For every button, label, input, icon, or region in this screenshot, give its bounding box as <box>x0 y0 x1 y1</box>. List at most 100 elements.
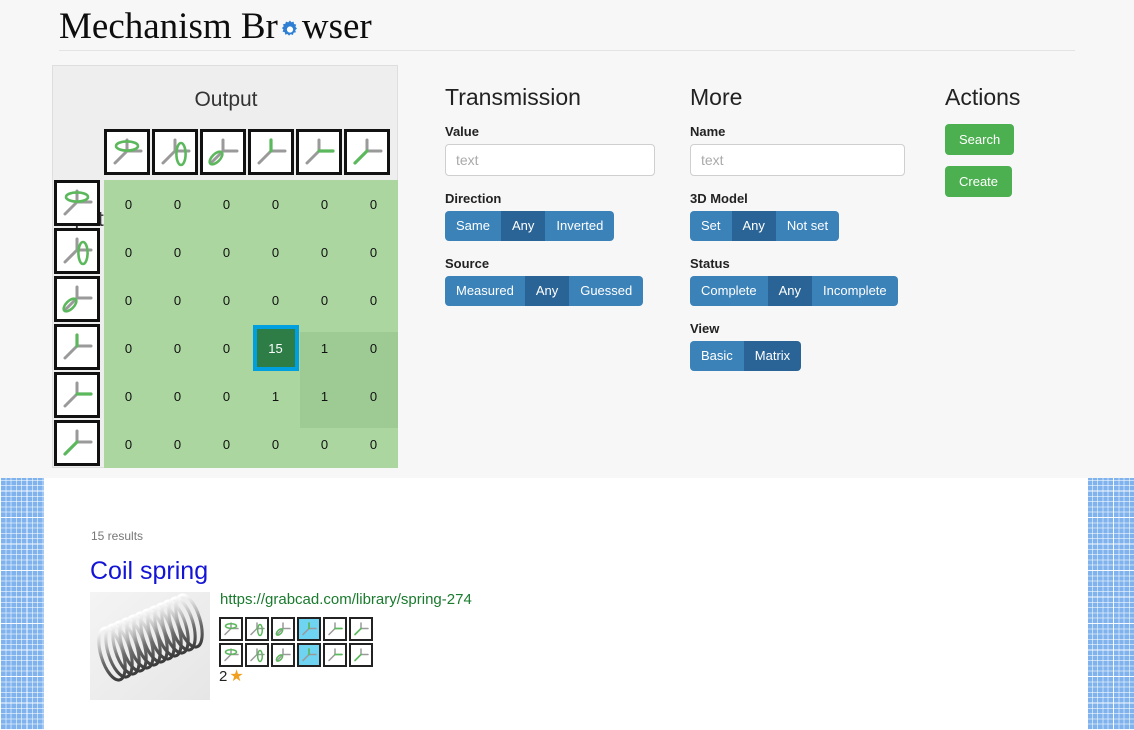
model-label: 3D Model <box>690 191 748 206</box>
matrix-cell[interactable]: 0 <box>104 228 153 276</box>
model-option-any[interactable]: Any <box>731 211 776 241</box>
matrix-cell[interactable]: 0 <box>202 180 251 228</box>
result-dof-rot-depth[interactable] <box>271 643 295 667</box>
matrix-cell[interactable]: 0 <box>349 228 398 276</box>
result-dof-trans-vertical-active[interactable] <box>297 617 321 641</box>
matrix-cell[interactable]: 0 <box>349 324 398 372</box>
direction-option-inverted[interactable]: Inverted <box>545 211 615 241</box>
dof-row-trans-horizontal[interactable] <box>54 372 100 418</box>
direction-label: Direction <box>445 191 502 206</box>
status-option-any[interactable]: Any <box>767 276 813 306</box>
name-label: Name <box>690 124 726 139</box>
matrix-row-headers <box>54 180 100 466</box>
results-count: 15 results <box>91 529 144 543</box>
matrix-cell[interactable]: 0 <box>349 420 398 468</box>
matrix-cell[interactable]: 0 <box>104 420 153 468</box>
matrix-cell[interactable]: 0 <box>202 276 251 324</box>
matrix-cell[interactable]: 0 <box>251 276 300 324</box>
result-dof-trans-horizontal[interactable] <box>323 643 347 667</box>
model-option-set[interactable]: Set <box>690 211 732 241</box>
dof-header-trans-depth[interactable] <box>344 129 390 175</box>
direction-button-group: Same Any Inverted <box>445 211 655 241</box>
name-input[interactable] <box>690 144 905 176</box>
more-section: More Name 3D Model Set Any Not set Statu… <box>690 84 905 386</box>
actions-section: Actions Search Create <box>945 84 1105 208</box>
matrix-cell[interactable]: 0 <box>153 180 202 228</box>
result-dof-rot-vertical[interactable] <box>219 617 243 641</box>
result-dof-trans-depth[interactable] <box>349 617 373 641</box>
matrix-cell[interactable]: 0 <box>104 276 153 324</box>
dof-header-trans-vertical[interactable] <box>248 129 294 175</box>
result-dof-rot-horizontal[interactable] <box>245 617 269 641</box>
source-option-guessed[interactable]: Guessed <box>569 276 644 306</box>
source-label: Source <box>445 256 490 271</box>
model-option-not-set[interactable]: Not set <box>775 211 840 241</box>
matrix-cell[interactable]: 0 <box>153 276 202 324</box>
matrix-cell[interactable]: 0 <box>300 276 349 324</box>
result-dof-rot-horizontal[interactable] <box>245 643 269 667</box>
create-button[interactable]: Create <box>945 166 1013 197</box>
direction-option-any[interactable]: Any <box>500 211 546 241</box>
matrix-column-headers <box>104 129 390 175</box>
matrix-cell[interactable]: 0 <box>153 228 202 276</box>
matrix-cell[interactable]: 0 <box>251 420 300 468</box>
view-option-basic[interactable]: Basic <box>690 341 744 371</box>
matrix-cell[interactable]: 0 <box>202 420 251 468</box>
view-button-group: Basic Matrix <box>690 341 905 371</box>
more-heading: More <box>690 84 743 110</box>
result-rating: 2 ★ <box>219 666 244 686</box>
matrix-cell[interactable]: 1 <box>300 372 349 420</box>
source-option-measured[interactable]: Measured <box>445 276 525 306</box>
result-dof-rot-vertical[interactable] <box>219 643 243 667</box>
matrix-cell[interactable]: 0 <box>300 420 349 468</box>
dof-header-rot-depth[interactable] <box>200 129 246 175</box>
matrix-cell[interactable]: 0 <box>251 180 300 228</box>
result-dof-trans-vertical-active[interactable] <box>297 643 321 667</box>
matrix-cell[interactable]: 0 <box>153 372 202 420</box>
matrix-cell[interactable]: 0 <box>202 228 251 276</box>
view-option-matrix[interactable]: Matrix <box>743 341 802 371</box>
matrix-cell[interactable]: 1 <box>251 372 300 420</box>
dof-header-rot-horizontal[interactable] <box>152 129 198 175</box>
matrix-cell[interactable]: 0 <box>104 180 153 228</box>
dof-row-trans-depth[interactable] <box>54 420 100 466</box>
result-url-link[interactable]: https://grabcad.com/library/spring-274 <box>220 591 472 608</box>
matrix-grid: 0 0 0 0 0 0 0 0 0 0 0 0 0 0 0 0 0 0 0 0 … <box>104 180 398 468</box>
result-dof-trans-horizontal[interactable] <box>323 617 347 641</box>
matrix-cell[interactable]: 1 <box>300 324 349 372</box>
source-option-any[interactable]: Any <box>524 276 570 306</box>
value-input[interactable] <box>445 144 655 176</box>
status-option-complete[interactable]: Complete <box>690 276 768 306</box>
matrix-table: 0 0 0 0 0 0 0 0 0 0 0 0 0 0 0 0 0 0 0 0 … <box>104 180 398 468</box>
search-button[interactable]: Search <box>945 124 1015 155</box>
matrix-cell[interactable]: 0 <box>153 420 202 468</box>
matrix-cell[interactable]: 0 <box>153 324 202 372</box>
matrix-cell[interactable]: 0 <box>104 372 153 420</box>
value-label: Value <box>445 124 479 139</box>
dof-row-rot-horizontal[interactable] <box>54 228 100 274</box>
matrix-cell[interactable]: 0 <box>349 372 398 420</box>
matrix-cell[interactable]: 0 <box>300 228 349 276</box>
dof-header-trans-horizontal[interactable] <box>296 129 342 175</box>
matrix-cell[interactable]: 0 <box>104 324 153 372</box>
dof-row-rot-depth[interactable] <box>54 276 100 322</box>
matrix-cell[interactable]: 0 <box>300 180 349 228</box>
page-title: Mechanism Br wser <box>59 5 372 49</box>
dof-row-rot-vertical[interactable] <box>54 180 100 226</box>
matrix-cell-selected[interactable]: 15 <box>251 324 300 372</box>
result-dof-rot-depth[interactable] <box>271 617 295 641</box>
dof-row-trans-vertical[interactable] <box>54 324 100 370</box>
matrix-cell[interactable]: 0 <box>349 180 398 228</box>
matrix-cell[interactable]: 0 <box>349 276 398 324</box>
result-title-link[interactable]: Coil spring <box>90 557 208 586</box>
result-dof-row-output <box>219 643 373 667</box>
direction-option-same[interactable]: Same <box>445 211 501 241</box>
status-option-incomplete[interactable]: Incomplete <box>812 276 898 306</box>
matrix-cell[interactable]: 0 <box>251 228 300 276</box>
matrix-cell[interactable]: 0 <box>202 372 251 420</box>
result-dof-trans-depth[interactable] <box>349 643 373 667</box>
matrix-cell[interactable]: 0 <box>202 324 251 372</box>
page-title-suffix: wser <box>301 6 372 47</box>
dof-header-rot-vertical[interactable] <box>104 129 150 175</box>
result-thumbnail[interactable] <box>90 592 210 700</box>
